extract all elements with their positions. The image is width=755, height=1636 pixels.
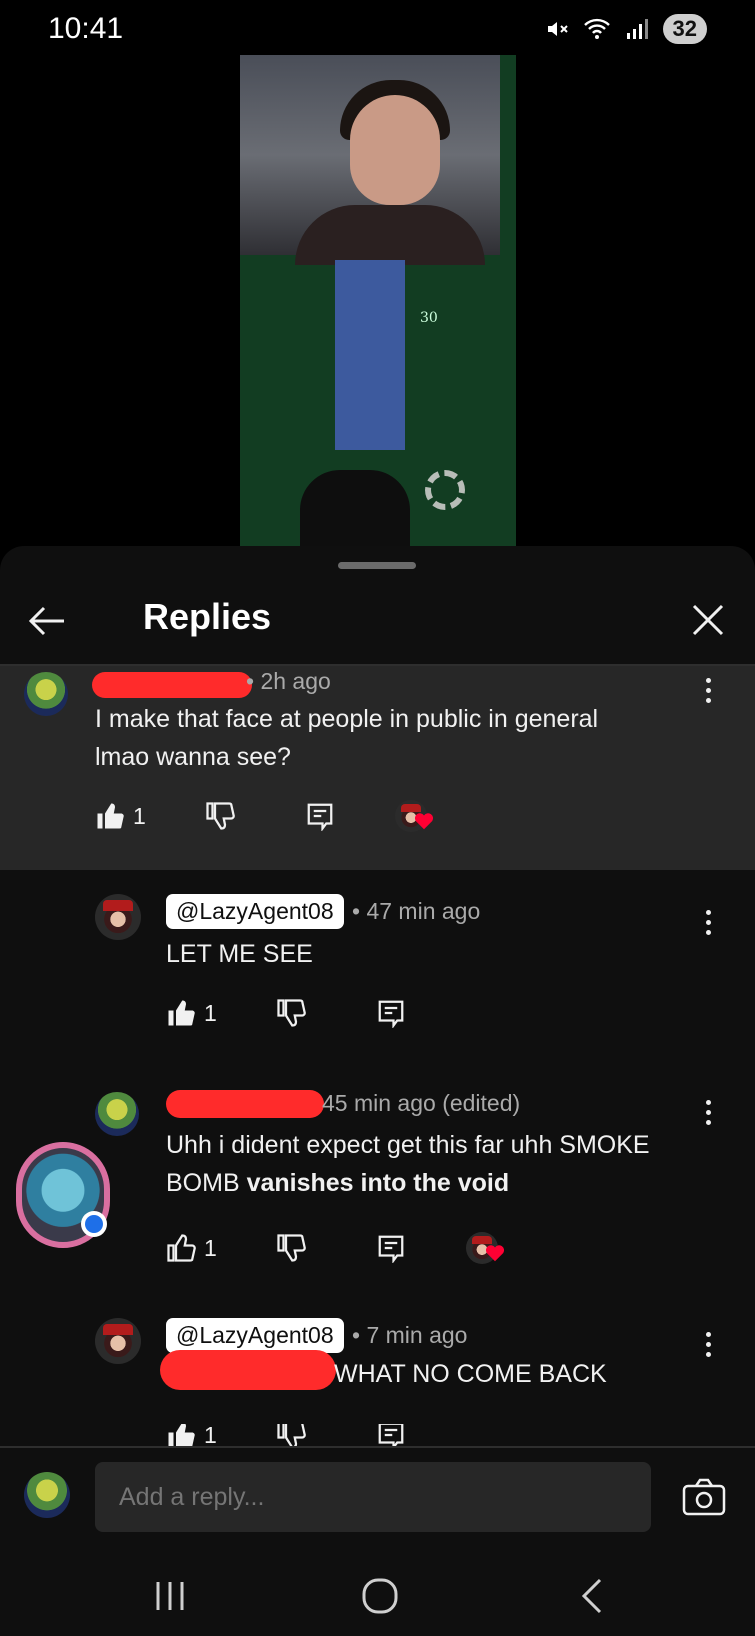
game-pillar bbox=[335, 260, 405, 450]
comment-actions: 1 bbox=[166, 1424, 466, 1446]
comment-text: WHAT NO COME BACK bbox=[334, 1360, 607, 1388]
comment-meta: • 2h ago bbox=[246, 668, 331, 694]
comment-text: I make that face at people in public in … bbox=[95, 700, 598, 776]
heart-icon bbox=[414, 813, 434, 830]
comment-text-plain: BOMB bbox=[166, 1169, 247, 1197]
thumb-down-icon bbox=[206, 802, 235, 830]
parent-comment: • 2h ago I make that face at people in p… bbox=[0, 666, 755, 870]
comment-text-bold: vanishes into the void bbox=[246, 1169, 510, 1197]
home-icon[interactable] bbox=[360, 1576, 400, 1616]
avatar[interactable] bbox=[95, 894, 141, 940]
thumb-down-icon bbox=[277, 999, 306, 1027]
comment-text-line: I make that face at people in public in … bbox=[95, 705, 599, 733]
comment-time: 47 min ago bbox=[366, 898, 481, 924]
like-button[interactable]: 1 bbox=[95, 801, 205, 831]
thumb-up-icon bbox=[168, 1424, 195, 1446]
comment-text-line: lmao wanna see? bbox=[95, 743, 291, 771]
thumb-up-icon bbox=[168, 1000, 195, 1026]
avatar[interactable] bbox=[95, 1092, 139, 1136]
like-count: 1 bbox=[133, 802, 146, 829]
comment-time: 7 min ago bbox=[366, 1322, 468, 1348]
replies-sheet: Replies • 2h ago I make that face at peo… bbox=[0, 546, 755, 1636]
comment-icon bbox=[378, 1235, 404, 1263]
comment-icon bbox=[307, 803, 333, 831]
game-character bbox=[300, 470, 410, 547]
wifi-icon bbox=[583, 18, 610, 39]
like-button[interactable]: 1 bbox=[166, 1424, 276, 1446]
comment-meta: • 7 min ago bbox=[352, 1322, 468, 1348]
streamer-body bbox=[295, 205, 485, 265]
comment-text: Uhh i dident expect get this far uhh SMO… bbox=[166, 1126, 650, 1202]
crosshair-icon bbox=[425, 470, 465, 510]
video-player[interactable]: 30 bbox=[240, 55, 516, 547]
back-arrow-icon[interactable] bbox=[26, 600, 68, 642]
reply-composer bbox=[0, 1446, 755, 1556]
thumb-down-icon bbox=[277, 1234, 306, 1262]
status-time: 10:41 bbox=[48, 12, 124, 45]
like-count: 1 bbox=[204, 1424, 217, 1446]
like-button[interactable]: 1 bbox=[166, 998, 276, 1028]
redacted-username bbox=[166, 1090, 324, 1118]
sheet-header: Replies bbox=[0, 576, 755, 666]
dislike-button[interactable] bbox=[276, 998, 376, 1028]
avatar[interactable] bbox=[24, 672, 68, 716]
dislike-button[interactable] bbox=[205, 801, 305, 831]
streamer-face bbox=[350, 95, 440, 205]
comment-actions: 1 bbox=[95, 796, 445, 836]
heart-icon bbox=[485, 1245, 505, 1262]
status-icons: 32 bbox=[545, 14, 707, 44]
avatar[interactable] bbox=[95, 1318, 141, 1364]
comment-meta: • 47 min ago bbox=[352, 898, 481, 924]
comment-text-line: BOMB vanishes into the void bbox=[166, 1164, 650, 1202]
camera-icon[interactable] bbox=[682, 1478, 726, 1516]
creator-heart bbox=[395, 796, 445, 836]
like-count: 1 bbox=[204, 1234, 217, 1261]
reply-button[interactable] bbox=[376, 998, 466, 1028]
close-icon[interactable] bbox=[688, 600, 728, 640]
reply-button[interactable] bbox=[305, 801, 395, 831]
comment-time: 45 min ago (edited) bbox=[322, 1090, 521, 1116]
sheet-title: Replies bbox=[143, 596, 272, 637]
like-button[interactable]: 1 bbox=[166, 1233, 276, 1263]
system-nav-bar bbox=[0, 1556, 755, 1636]
mention-chip[interactable]: @LazyAgent08 bbox=[166, 1318, 344, 1353]
back-nav-icon[interactable] bbox=[572, 1576, 612, 1616]
dislike-button[interactable] bbox=[276, 1233, 376, 1263]
comment-icon bbox=[378, 1424, 404, 1446]
comment-meta: 45 min ago (edited) bbox=[322, 1090, 520, 1117]
mention-chip[interactable]: @LazyAgent08 bbox=[166, 894, 344, 929]
game-overlay-number: 30 bbox=[420, 310, 438, 326]
comment-actions: 1 bbox=[166, 1228, 516, 1268]
redacted-mention bbox=[160, 1350, 336, 1390]
more-options-button[interactable] bbox=[704, 678, 712, 708]
signal-icon bbox=[626, 19, 648, 39]
reply-button[interactable] bbox=[376, 1424, 466, 1446]
like-count: 1 bbox=[204, 999, 217, 1026]
thumb-down-icon bbox=[277, 1424, 306, 1446]
redacted-username bbox=[92, 672, 252, 698]
comment-text: LET ME SEE bbox=[166, 940, 313, 968]
reply-button[interactable] bbox=[376, 1233, 466, 1263]
reply-input[interactable] bbox=[95, 1462, 651, 1532]
comment-actions: 1 bbox=[166, 998, 466, 1028]
comment-time: 2h ago bbox=[260, 668, 331, 694]
comment-icon bbox=[378, 1000, 404, 1028]
facecam-overlay bbox=[240, 55, 500, 265]
status-bar: 10:41 32 bbox=[0, 0, 755, 60]
more-options-button[interactable] bbox=[704, 1100, 712, 1130]
battery-indicator: 32 bbox=[662, 14, 707, 44]
more-options-button[interactable] bbox=[704, 1332, 712, 1362]
thumb-up-icon bbox=[97, 803, 124, 829]
comment-text-line: Uhh i dident expect get this far uhh SMO… bbox=[166, 1131, 650, 1159]
more-options-button[interactable] bbox=[704, 910, 712, 940]
creator-heart bbox=[466, 1228, 516, 1268]
mute-icon bbox=[547, 22, 568, 36]
sheet-drag-handle[interactable] bbox=[338, 562, 416, 569]
messages-badge-icon bbox=[81, 1211, 107, 1237]
thumb-up-outline-icon bbox=[167, 1234, 196, 1262]
dislike-button[interactable] bbox=[276, 1424, 376, 1446]
current-user-avatar bbox=[24, 1472, 70, 1518]
recent-apps-icon[interactable] bbox=[150, 1576, 190, 1616]
